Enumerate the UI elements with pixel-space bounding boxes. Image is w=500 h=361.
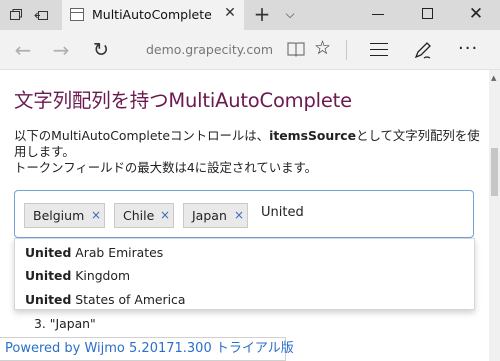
description-keyword: itemsSource [269,128,357,143]
maximize-window-icon[interactable] [422,8,433,19]
token-label: Chile [123,208,155,223]
suggestion-dropdown: United Arab Emirates United Kingdom Unit… [14,238,475,310]
minimize-window-icon[interactable] [372,14,384,15]
page-title: 文字列配列を持つMultiAutoComplete [14,89,352,112]
close-tab-icon[interactable]: ✕ [222,5,238,21]
description-text: として文字列配列を使 [356,128,480,143]
refresh-icon[interactable]: ↻ [90,39,112,61]
multi-auto-complete[interactable]: Belgium × Chile × Japan × United [14,190,474,238]
forward-arrow-icon[interactable]: → [50,39,72,61]
description-text: トークンフィールドの最大数は4に設定されています。 [14,160,318,175]
suggestion-item[interactable]: United Kingdom [25,268,130,283]
trial-banner[interactable]: Powered by Wijmo 5.20171.300 トライアル版 [0,337,294,361]
tab-preview-icon[interactable] [8,7,24,23]
description-text: 以下のMultiAutoCompleteコントロールは、 [14,128,270,143]
favorite-star-icon[interactable]: ☆ [314,37,331,59]
suggestion-rest: States of America [71,292,186,307]
token-belgium: Belgium × [24,203,105,228]
suggestion-rest: Arab Emirates [71,245,164,260]
search-input[interactable]: United [261,205,304,220]
page-content: 文字列配列を持つMultiAutoComplete 以下のMultiAutoCo… [0,70,500,361]
close-window-icon[interactable]: ✕ [467,3,485,25]
browser-navigation-bar: ← → ↻ demo.grapecity.com/w ☆ ··· [0,30,500,70]
page-favicon-icon [70,8,84,21]
back-arrow-icon[interactable]: ← [12,39,34,61]
remove-token-icon[interactable]: × [91,204,101,227]
list-item: 3. "Japan" [34,316,96,331]
description-text: 用します。 [14,144,75,159]
set-tabs-aside-icon[interactable] [34,7,50,23]
reading-view-icon[interactable] [286,40,306,58]
chevron-down-icon[interactable]: ⌵ [282,5,298,23]
suggestion-item[interactable]: United Arab Emirates [25,245,163,260]
scrollbar-thumb[interactable] [491,148,498,196]
suggestion-match: United [25,268,72,283]
active-tab[interactable]: MultiAutoComplete ✕ [62,0,244,30]
scroll-up-arrow-icon[interactable]: ▲ [491,74,496,82]
address-bar[interactable]: demo.grapecity.com/w [146,42,272,57]
browser-tab-bar: MultiAutoComplete ✕ + ⌵ ✕ [0,0,500,30]
vertical-scrollbar[interactable]: ▲ [489,70,500,361]
suggestion-match: United [25,245,72,260]
tab-title: MultiAutoComplete [92,7,212,22]
hub-menu-icon[interactable] [370,43,388,61]
remove-token-icon[interactable]: × [160,204,170,227]
token-chile: Chile × [114,203,174,228]
remove-token-icon[interactable]: × [234,204,244,227]
suggestion-item[interactable]: United States of America [25,292,185,307]
new-tab-icon[interactable]: + [252,3,272,25]
web-note-pen-icon[interactable] [412,39,434,61]
toolbar-divider [346,40,347,60]
more-options-icon[interactable]: ··· [458,38,478,60]
token-label: Belgium [33,208,85,223]
token-japan: Japan × [183,203,248,228]
suggestion-rest: Kingdom [71,268,131,283]
suggestion-match: United [25,292,72,307]
token-label: Japan [192,208,227,223]
description: 以下のMultiAutoCompleteコントロールは、itemsSourceと… [14,128,484,176]
